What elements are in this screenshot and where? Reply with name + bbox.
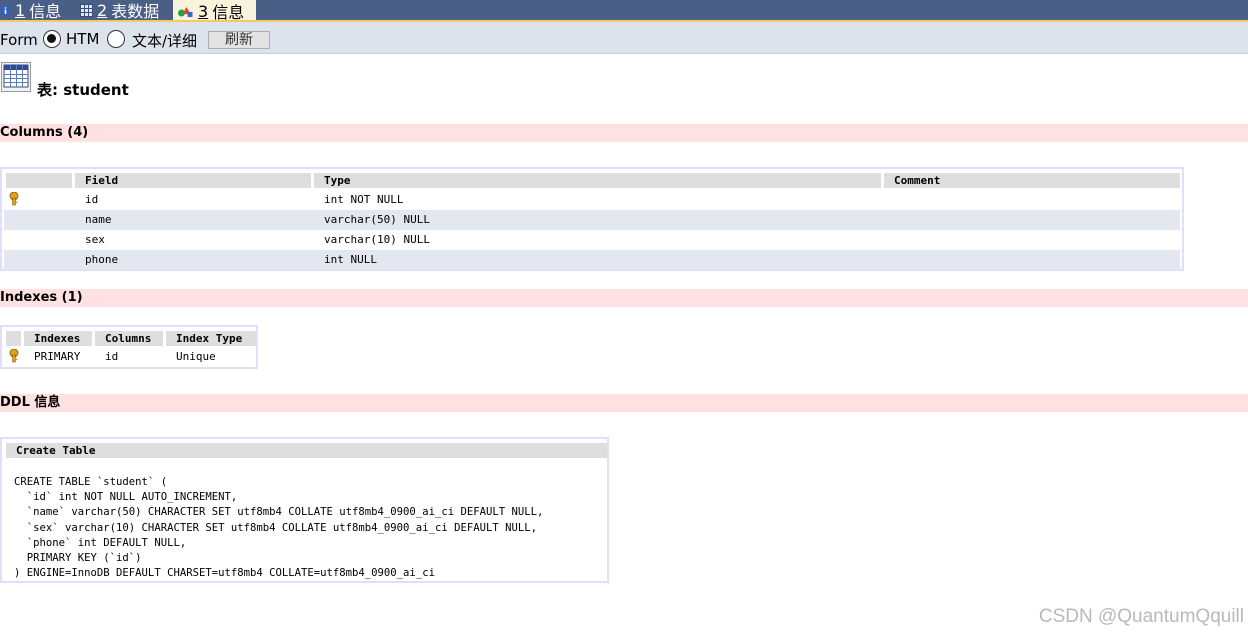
ddl-statement: CREATE TABLE `student` ( `id` int NOT NU… (14, 476, 544, 580)
tab-number: 1 (15, 0, 26, 20)
tab-label: 信息 (29, 2, 62, 21)
info-shapes-icon (178, 6, 193, 17)
type-cell: int NOT NULL (324, 193, 404, 206)
indexes-header-name: Indexes (24, 331, 92, 346)
table-row: id int NOT NULL (4, 190, 1180, 210)
type-cell: int NULL (324, 253, 377, 266)
tab-info-1[interactable]: 1 信息 (0, 0, 62, 21)
format-label: Format: (0, 31, 38, 49)
tab-label: 表数据 (111, 2, 160, 21)
format-toolbar: Format: HTML 文本/详细 刷新 (0, 22, 1248, 54)
indexes-section-header: Indexes (1) (0, 289, 1248, 307)
index-columns-cell: id (105, 350, 119, 363)
tab-table-data[interactable]: 2 表数据 (80, 0, 160, 21)
indexes-header-key (6, 331, 21, 346)
ddl-header: Create Table (6, 443, 607, 458)
table-row: phone int NULL (4, 250, 1180, 270)
indexes-table: Indexes Columns Index Type PRIMARY id Un… (0, 325, 258, 369)
index-name-cell: PRIMARY (34, 350, 81, 363)
tab-info-3[interactable]: 3 信息 (173, 0, 256, 22)
table-row: name varchar(50) NULL (4, 210, 1180, 230)
watermark: CSDN @QuantumQquill (1038, 606, 1244, 627)
index-type-cell: Unique (176, 350, 216, 363)
field-cell: name (85, 213, 112, 226)
info-icon (0, 4, 11, 16)
columns-header-field: Field (75, 173, 311, 188)
page-title: 表: student (37, 81, 129, 99)
ddl-table: Create Table CREATE TABLE `student` ( `i… (0, 437, 609, 583)
primary-key-icon (9, 192, 19, 206)
field-cell: phone (85, 253, 119, 266)
tab-bar: 1 信息 2 表数据 3 信息 (0, 0, 1248, 22)
html-radio[interactable] (43, 30, 61, 48)
ddl-section-header: DDL 信息 (0, 394, 1248, 412)
type-cell: varchar(10) NULL (324, 233, 430, 246)
refresh-button[interactable]: 刷新 (208, 31, 270, 49)
table-row: sex varchar(10) NULL (4, 230, 1180, 250)
columns-header-comment: Comment (884, 173, 1180, 188)
field-cell: id (85, 193, 99, 206)
indexes-header-type: Index Type (166, 331, 256, 346)
tab-number: 3 (198, 1, 209, 21)
type-cell: varchar(50) NULL (324, 213, 430, 226)
indexes-header-columns: Columns (95, 331, 163, 346)
html-radio-label[interactable]: HTML (66, 30, 100, 48)
table-row: PRIMARY id Unique (4, 347, 256, 367)
columns-header-key (6, 173, 72, 188)
text-radio[interactable] (107, 30, 125, 48)
primary-key-icon (9, 349, 19, 363)
table-data-icon (80, 3, 93, 17)
text-radio-label[interactable]: 文本/详细 (132, 30, 198, 51)
columns-section-header: Columns (4) (0, 124, 1248, 142)
tab-number: 2 (97, 0, 108, 20)
field-cell: sex (85, 233, 105, 246)
columns-header-type: Type (314, 173, 881, 188)
columns-table: Field Type Comment id int NOT NULL name … (0, 167, 1184, 271)
table-icon (1, 62, 31, 92)
